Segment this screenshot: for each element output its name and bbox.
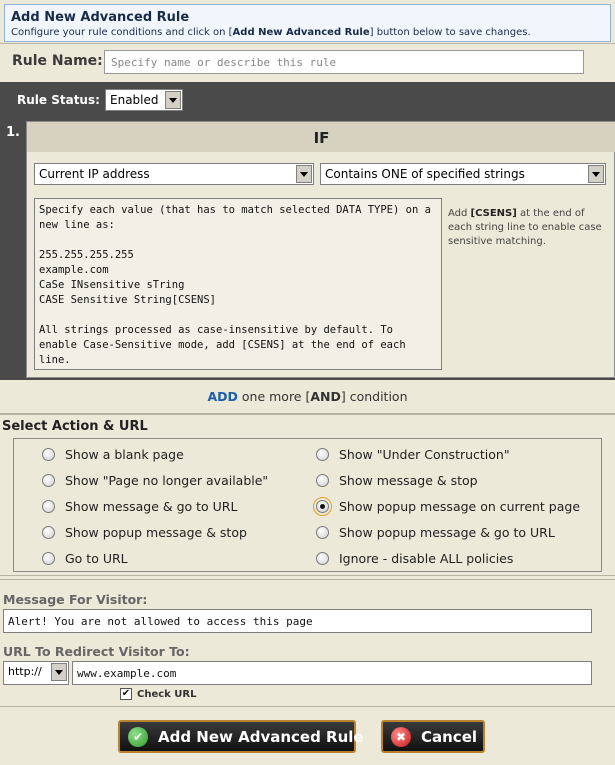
operator-value: Contains ONE of specified strings: [325, 167, 525, 181]
page-title: Add New Advanced Rule: [11, 10, 189, 25]
action-option-label: Go to URL: [65, 551, 128, 566]
action-option-label: Show "Page no longer available": [65, 473, 268, 488]
action-option[interactable]: Show a blank page: [42, 444, 184, 464]
action-option[interactable]: Ignore - disable ALL policies: [316, 548, 513, 568]
subtitle-suffix: ] button below to save changes.: [370, 27, 531, 38]
condition-number: 1.: [6, 125, 20, 140]
condition-values-textarea[interactable]: Specify each value (that has to match se…: [34, 198, 442, 370]
radio-button[interactable]: [316, 526, 329, 539]
chevron-down-icon[interactable]: [296, 165, 312, 183]
data-type-value: Current IP address: [39, 167, 150, 181]
action-option[interactable]: Show popup message & go to URL: [316, 522, 555, 542]
action-option-label: Ignore - disable ALL policies: [339, 551, 513, 566]
rule-name-input[interactable]: Specify name or describe this rule: [104, 50, 584, 74]
add-condition-prefix: one more [: [238, 389, 310, 404]
chevron-down-icon[interactable]: [51, 663, 67, 681]
action-option[interactable]: Show message & go to URL: [42, 496, 237, 516]
add-rule-label: Add New Advanced Rule: [158, 728, 364, 746]
action-option[interactable]: Show popup message & stop: [42, 522, 247, 542]
if-label: IF: [27, 129, 615, 147]
section-divider: [0, 575, 615, 580]
redirect-label: URL To Redirect Visitor To:: [3, 644, 190, 659]
action-option-label: Show popup message & go to URL: [339, 525, 555, 540]
chevron-down-icon[interactable]: [165, 91, 181, 109]
radio-button[interactable]: [42, 552, 55, 565]
radio-button[interactable]: [42, 500, 55, 513]
subtitle-bold: Add New Advanced Rule: [233, 27, 370, 38]
message-input[interactable]: Alert! You are not allowed to access thi…: [3, 609, 592, 633]
add-condition-suffix: ] condition: [341, 389, 408, 404]
rule-name-row: Rule Name: Specify name or describe this…: [0, 44, 615, 80]
radio-button[interactable]: [42, 448, 55, 461]
case-sensitive-hint: Add [CSENS] at the end of each string li…: [448, 207, 610, 249]
condition-box: IF Current IP address Contains ONE of sp…: [26, 121, 615, 378]
if-bar: IF: [27, 122, 615, 152]
action-option-label: Show popup message on current page: [339, 499, 580, 514]
operator-select[interactable]: Contains ONE of specified strings: [320, 163, 606, 185]
check-url-label: Check URL: [137, 689, 197, 700]
action-option-label: Show "Under Construction": [339, 447, 510, 462]
radio-button[interactable]: [316, 448, 329, 461]
redirect-url-input[interactable]: www.example.com: [72, 661, 592, 685]
message-label: Message For Visitor:: [3, 592, 147, 607]
rule-status-row: Rule Status: Enabled: [0, 82, 615, 119]
add-rule-button[interactable]: ✔ Add New Advanced Rule: [118, 720, 356, 753]
hint-bold: [CSENS]: [471, 208, 517, 219]
footer: ✔ Add New Advanced Rule ✖ Cancel: [0, 706, 615, 765]
hint-prefix: Add: [448, 208, 471, 219]
page-header: Add New Advanced Rule Configure your rul…: [0, 0, 615, 44]
action-option-label: Show a blank page: [65, 447, 184, 462]
action-option[interactable]: Show "Page no longer available": [42, 470, 268, 490]
action-option[interactable]: Show message & stop: [316, 470, 478, 490]
action-option-label: Show message & go to URL: [65, 499, 237, 514]
subtitle-prefix: Configure your rule conditions and click…: [11, 27, 233, 38]
protocol-select[interactable]: http://: [3, 661, 69, 685]
check-url-checkbox[interactable]: [120, 688, 132, 700]
add-condition-link[interactable]: ADD: [207, 389, 237, 404]
header-box: Add New Advanced Rule Configure your rul…: [4, 4, 611, 42]
radio-button[interactable]: [316, 552, 329, 565]
radio-button-selected[interactable]: [316, 500, 329, 513]
checkmark-icon: ✔: [128, 727, 148, 747]
action-option[interactable]: Show popup message on current page: [316, 496, 580, 516]
add-condition-row: ADD one more [AND] condition: [0, 380, 615, 412]
data-type-select[interactable]: Current IP address: [34, 163, 314, 185]
cancel-label: Cancel: [421, 728, 477, 746]
page-subtitle: Configure your rule conditions and click…: [11, 27, 531, 38]
action-option-label: Show message & stop: [339, 473, 478, 488]
rule-status-label: Rule Status:: [17, 93, 100, 107]
cancel-button[interactable]: ✖ Cancel: [381, 720, 485, 753]
action-header: Select Action & URL: [0, 413, 615, 437]
rule-name-label: Rule Name:: [12, 53, 103, 69]
close-icon: ✖: [391, 727, 411, 747]
radio-button[interactable]: [42, 474, 55, 487]
chevron-down-icon[interactable]: [588, 165, 604, 183]
rule-status-value: Enabled: [110, 93, 159, 107]
protocol-value: http://: [8, 665, 42, 678]
action-options-box: Show a blank page Show "Under Constructi…: [13, 438, 602, 572]
radio-button[interactable]: [316, 474, 329, 487]
rule-status-select[interactable]: Enabled: [105, 89, 183, 111]
radio-button[interactable]: [42, 526, 55, 539]
action-option[interactable]: Go to URL: [42, 548, 128, 568]
action-option-label: Show popup message & stop: [65, 525, 247, 540]
condition-area: 1. IF Current IP address Contains ONE of…: [0, 119, 615, 380]
action-option[interactable]: Show "Under Construction": [316, 444, 510, 464]
add-condition-bold: AND: [310, 389, 341, 404]
